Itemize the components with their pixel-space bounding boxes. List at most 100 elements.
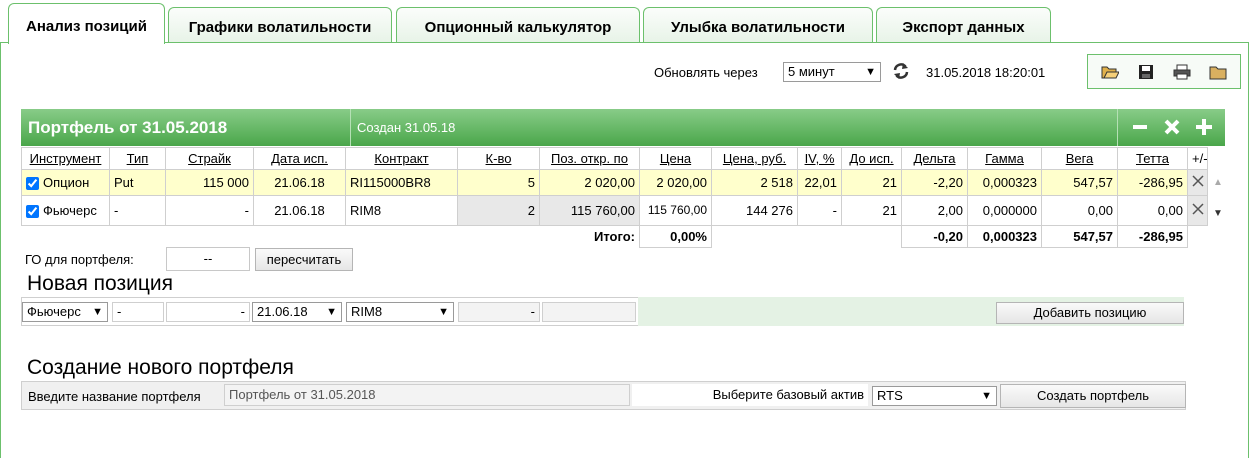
refresh-icon[interactable]: [891, 61, 911, 81]
table-header-row: Инструмент Тип Страйк Дата исп. Контракт…: [21, 147, 1208, 170]
days-cell: 21: [841, 169, 902, 196]
add-position-button[interactable]: Добавить позицию: [996, 302, 1184, 324]
save-icon[interactable]: [1136, 62, 1156, 82]
col-header-contract[interactable]: Контракт: [345, 147, 458, 170]
qty-cell[interactable]: 5: [457, 169, 540, 196]
instrument-value: Опцион: [43, 174, 90, 190]
new-portfolio-heading: Создание нового портфеля: [27, 356, 294, 379]
tab-option-calculator[interactable]: Опционный калькулятор: [396, 7, 640, 43]
table-row: Опцион Put 115 000 21.06.18 RI115000BR8 …: [21, 169, 1208, 196]
new-date-select[interactable]: 21.06.18 ▼: [252, 302, 342, 322]
vega-cell: 0,00: [1041, 195, 1118, 226]
totals-row: Итого: 0,00% -0,20 0,000323 547,57 -286,…: [22, 225, 1208, 248]
tab-volatility-smile[interactable]: Улыбка волатильности: [643, 7, 873, 43]
tab-label: Опционный калькулятор: [424, 19, 612, 36]
col-header-plus-minus: +/-: [1187, 147, 1208, 170]
gamma-cell: 0,000323: [967, 169, 1042, 196]
refresh-timestamp: 31.05.2018 18:20:01: [926, 65, 1046, 80]
col-header-price[interactable]: Цена: [639, 147, 712, 170]
open-folder-icon[interactable]: [1100, 62, 1120, 82]
vega-cell: 547,57: [1041, 169, 1118, 196]
col-header-theta[interactable]: Тетта: [1117, 147, 1188, 170]
new-open-price-field[interactable]: [542, 302, 636, 322]
new-date-value: 21.06.18: [257, 304, 308, 319]
contract-cell: RIM8: [345, 195, 458, 226]
add-icon[interactable]: [1193, 115, 1215, 139]
contract-cell: RI115000BR8: [345, 169, 458, 196]
tab-data-export[interactable]: Экспорт данных: [876, 7, 1051, 43]
price-rub-cell: 144 276: [711, 195, 798, 226]
col-header-vega[interactable]: Вега: [1041, 147, 1118, 170]
totals-delta: -0,20: [901, 225, 968, 248]
col-header-days[interactable]: До исп.: [841, 147, 902, 170]
collapse-icon[interactable]: [1129, 115, 1151, 139]
col-header-strike[interactable]: Страйк: [165, 147, 254, 170]
col-header-price-rub[interactable]: Цена, руб.: [711, 147, 798, 170]
header-divider: [350, 109, 351, 146]
scroll-up-icon[interactable]: ▲: [1213, 177, 1223, 188]
instrument-cell: Опцион: [21, 169, 110, 196]
iv-cell: 22,01: [797, 169, 842, 196]
totals-gamma: 0,000323: [967, 225, 1042, 248]
open-price-cell[interactable]: 2 020,00: [539, 169, 640, 196]
new-qty-field[interactable]: -: [458, 302, 540, 322]
new-strike-value: -: [240, 304, 245, 319]
col-header-date[interactable]: Дата исп.: [253, 147, 346, 170]
col-header-instrument[interactable]: Инструмент: [21, 147, 110, 170]
dropdown-arrow-icon: ▼: [438, 306, 449, 318]
theta-cell: -286,95: [1117, 169, 1188, 196]
dropdown-arrow-icon: ▼: [326, 306, 337, 318]
totals-pct: 0,00%: [639, 225, 712, 248]
new-type-value: -: [117, 304, 122, 319]
portfolio-name-label: Введите название портфеля: [28, 389, 201, 404]
scroll-down-icon[interactable]: ▼: [1213, 208, 1223, 219]
col-header-qty[interactable]: К-во: [457, 147, 540, 170]
delete-row-icon[interactable]: [1187, 169, 1208, 196]
instrument-value: Фьючерс: [43, 202, 97, 218]
close-icon[interactable]: [1161, 115, 1183, 139]
refresh-label: Обновлять через: [654, 65, 758, 80]
dropdown-arrow-icon: ▼: [865, 66, 876, 78]
delta-cell: -2,20: [901, 169, 968, 196]
new-instrument-select[interactable]: Фьючерс ▼: [22, 302, 108, 322]
row-checkbox[interactable]: [26, 205, 39, 219]
table-row: Фьючерс - - 21.06.18 RIM8 2 115 760,00 1…: [21, 195, 1208, 226]
portfolio-header: Портфель от 31.05.2018 Создан 31.05.18: [21, 109, 1225, 146]
totals-theta: -286,95: [1117, 225, 1188, 248]
refresh-interval-value: 5 минут: [788, 64, 835, 79]
create-portfolio-button[interactable]: Создать портфель: [1000, 384, 1186, 408]
type-cell: -: [109, 195, 166, 226]
dropdown-arrow-icon: ▼: [92, 306, 103, 318]
tab-label: Экспорт данных: [902, 19, 1025, 36]
open-price-cell[interactable]: 115 760,00: [539, 195, 640, 226]
tab-position-analysis[interactable]: Анализ позиций: [8, 3, 165, 44]
row-checkbox[interactable]: [26, 177, 39, 191]
tab-volatility-charts[interactable]: Графики волатильности: [168, 7, 392, 43]
refresh-interval-select[interactable]: 5 минут ▼: [783, 62, 881, 82]
col-header-open-price[interactable]: Поз. откр. по: [539, 147, 640, 170]
recalc-button[interactable]: пересчитать: [255, 248, 353, 271]
theta-cell: 0,00: [1117, 195, 1188, 226]
new-contract-select[interactable]: RIM8 ▼: [346, 302, 454, 322]
base-asset-select[interactable]: RTS ▼: [872, 386, 997, 406]
col-header-iv[interactable]: IV, %: [797, 147, 842, 170]
folder-icon[interactable]: [1208, 62, 1228, 82]
qty-cell[interactable]: 2: [457, 195, 540, 226]
price-cell: 2 020,00: [639, 169, 712, 196]
portfolio-title: Портфель от 31.05.2018: [28, 118, 228, 137]
strike-cell: -: [165, 195, 254, 226]
portfolio-name-input[interactable]: Портфель от 31.05.2018: [224, 384, 630, 406]
col-header-gamma[interactable]: Гамма: [967, 147, 1042, 170]
col-header-type[interactable]: Тип: [109, 147, 166, 170]
new-type-field[interactable]: -: [112, 302, 164, 322]
new-strike-field[interactable]: -: [166, 302, 250, 322]
tab-label: Графики волатильности: [188, 19, 372, 36]
tab-label: Анализ позиций: [26, 18, 147, 35]
header-divider: [1117, 109, 1118, 146]
delete-row-icon[interactable]: [1187, 195, 1208, 226]
instrument-cell: Фьючерс: [21, 195, 110, 226]
col-header-delta[interactable]: Дельта: [901, 147, 968, 170]
new-position-heading: Новая позиция: [27, 272, 173, 295]
price-cell: 115 760,00: [639, 195, 712, 226]
print-icon[interactable]: [1172, 62, 1192, 82]
